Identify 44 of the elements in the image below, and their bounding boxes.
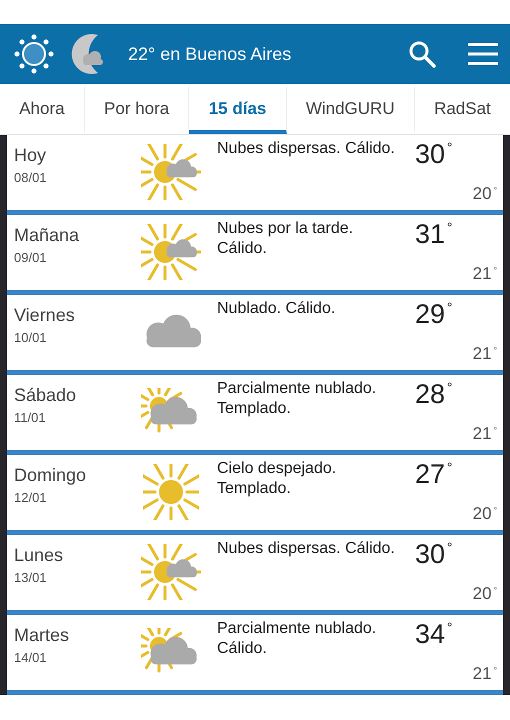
low-temperature: 21$^{°}$ bbox=[472, 344, 497, 364]
high-temperature: 30$^{°}$ bbox=[415, 139, 452, 170]
day-date: 14/01 bbox=[14, 650, 48, 665]
forecast-summary: Cielo despejado. Templado. bbox=[217, 459, 338, 499]
day-date: 12/01 bbox=[14, 490, 48, 505]
forecast-summary: Parcialmente nublado. Templado. bbox=[217, 379, 378, 419]
sun-icon[interactable] bbox=[12, 32, 56, 76]
search-icon[interactable] bbox=[408, 40, 436, 68]
tab[interactable]: 15 días bbox=[189, 84, 287, 134]
day-name: Martes bbox=[14, 625, 70, 646]
sun-icon bbox=[143, 464, 199, 520]
day-date: 13/01 bbox=[14, 570, 48, 585]
high-temperature: 31$^{°}$ bbox=[415, 219, 452, 250]
day-name: Lunes bbox=[14, 545, 64, 566]
day-date: 11/01 bbox=[14, 410, 47, 425]
header-title: 22° en Buenos Aires bbox=[128, 44, 292, 64]
forecast-summary: Parcialmente nublado. Cálido. bbox=[217, 619, 378, 659]
low-temperature: 20$^{°}$ bbox=[472, 584, 497, 604]
low-temperature: 20$^{°}$ bbox=[472, 504, 497, 524]
day-name: Viernes bbox=[14, 305, 76, 326]
sun-cloud-icon bbox=[141, 544, 201, 600]
high-temperature: 27$^{°}$ bbox=[415, 459, 452, 490]
day-name: Hoy bbox=[14, 145, 48, 166]
day-name: Sábado bbox=[14, 385, 78, 406]
forecast-summary: Nubes dispersas. Cálido. bbox=[217, 139, 396, 159]
low-temperature: 21$^{°}$ bbox=[472, 664, 497, 684]
forecast-summary: Nubes dispersas. Cálido. bbox=[217, 539, 396, 559]
sun-cloud-icon bbox=[141, 224, 201, 280]
day-name: Mañana bbox=[14, 225, 80, 246]
high-temperature: 34$^{°}$ bbox=[415, 619, 452, 650]
menu-icon[interactable] bbox=[468, 42, 498, 66]
high-temperature: 28$^{°}$ bbox=[415, 379, 452, 410]
sun-cloud-icon bbox=[141, 144, 201, 200]
day-name: Domingo bbox=[14, 465, 88, 486]
day-date: 09/01 bbox=[14, 250, 48, 265]
low-temperature: 20$^{°}$ bbox=[472, 184, 497, 204]
low-temperature: 21$^{°}$ bbox=[472, 264, 497, 284]
forecast-summary: Nublado. Cálido. bbox=[217, 299, 336, 319]
day-date: 10/01 bbox=[14, 330, 48, 345]
low-temperature: 21$^{°}$ bbox=[472, 424, 497, 444]
high-temperature: 30$^{°}$ bbox=[415, 539, 452, 570]
high-temperature: 29$^{°}$ bbox=[415, 299, 452, 330]
day-date: 08/01 bbox=[14, 170, 48, 185]
forecast-summary: Nubes por la tarde. Cálido. bbox=[217, 219, 354, 259]
